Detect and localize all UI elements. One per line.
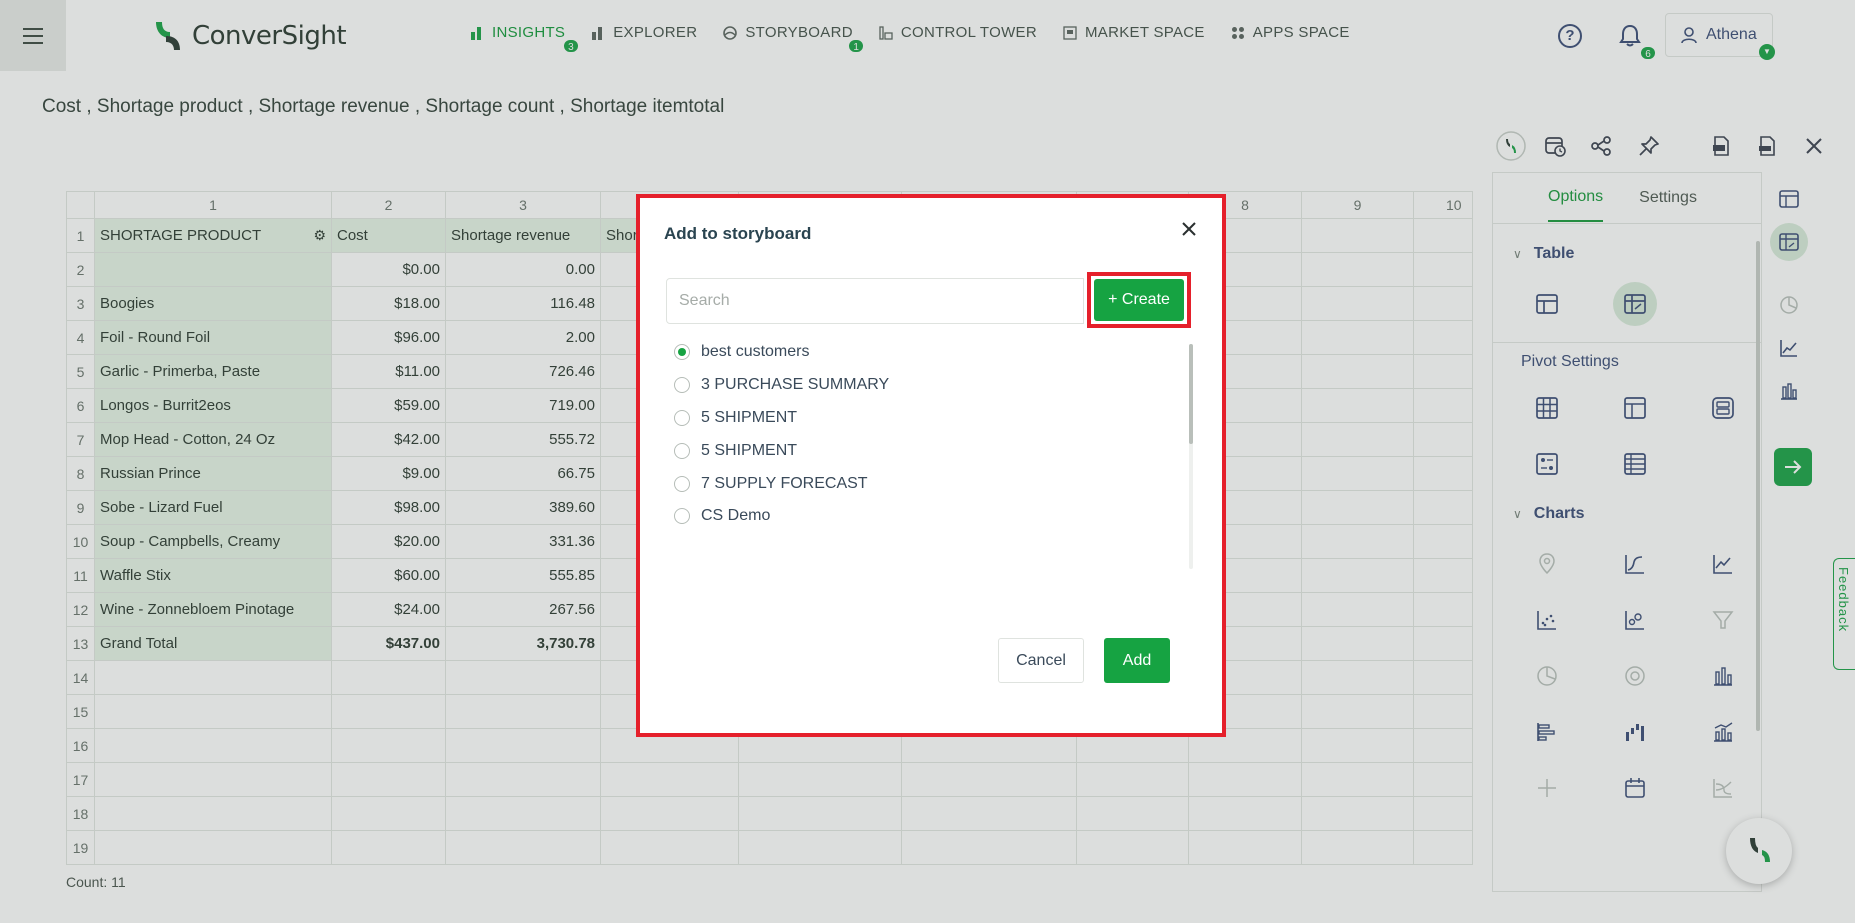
storyboard-name: 3 PURCHASE SUMMARY bbox=[701, 376, 890, 394]
radio-button[interactable] bbox=[674, 508, 690, 525]
storyboard-list-item[interactable]: 7 SUPPLY FORECAST bbox=[674, 467, 1164, 500]
storyboard-name: best customers bbox=[701, 343, 810, 361]
storyboard-list-item[interactable]: best customers bbox=[674, 336, 1164, 369]
storyboard-name: 7 SUPPLY FORECAST bbox=[701, 474, 868, 492]
radio-button[interactable] bbox=[674, 377, 690, 394]
storyboard-list: best customers 3 PURCHASE SUMMARY 5 SHIPME… bbox=[674, 336, 1164, 536]
storyboard-list-item[interactable]: CS Demo bbox=[674, 500, 1164, 533]
radio-button[interactable] bbox=[674, 442, 690, 459]
create-button-highlight: + Create bbox=[1087, 272, 1191, 328]
storyboard-name: 5 SHIPMENT bbox=[701, 408, 798, 426]
storyboard-list-item[interactable]: 3 PURCHASE SUMMARY bbox=[674, 369, 1164, 402]
close-icon[interactable] bbox=[1178, 218, 1200, 240]
radio-button[interactable] bbox=[674, 475, 690, 492]
radio-button[interactable] bbox=[674, 409, 690, 426]
add-button[interactable]: Add bbox=[1104, 638, 1170, 683]
storyboard-list-item[interactable]: 5 SHIPMENT bbox=[674, 434, 1164, 467]
dialog-title: Add to storyboard bbox=[664, 224, 812, 243]
list-scrollbar[interactable] bbox=[1189, 344, 1193, 569]
storyboard-name: 5 SHIPMENT bbox=[701, 441, 798, 459]
storyboard-search-input[interactable] bbox=[666, 278, 1084, 324]
storyboard-list-item[interactable]: 5 SHIPMENT bbox=[674, 402, 1164, 435]
radio-button[interactable] bbox=[674, 344, 690, 361]
storyboard-name: CS Demo bbox=[701, 507, 771, 525]
create-storyboard-button[interactable]: + Create bbox=[1094, 279, 1184, 321]
add-to-storyboard-dialog: Add to storyboard + Create best customer… bbox=[636, 194, 1226, 737]
cancel-button[interactable]: Cancel bbox=[998, 638, 1084, 683]
storyboard-list-item[interactable]: Custom Unit bbox=[674, 533, 1164, 536]
